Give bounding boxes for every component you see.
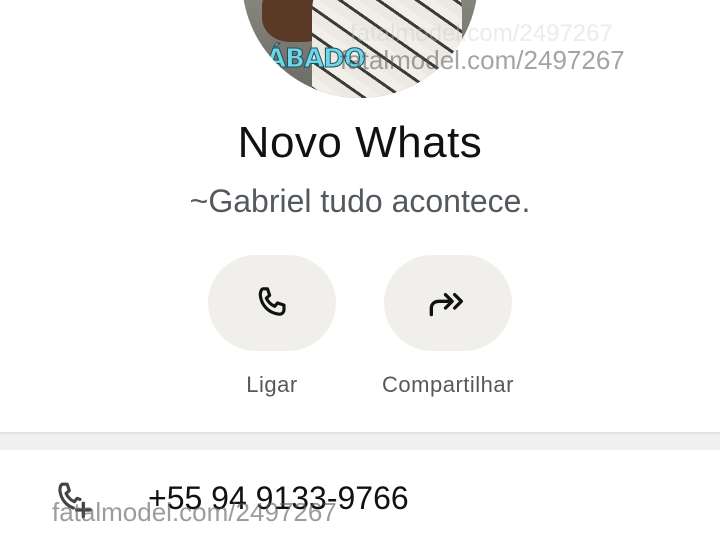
forward-icon — [429, 293, 463, 317]
call-button-label: Ligar — [246, 372, 298, 397]
call-button[interactable] — [208, 255, 336, 351]
section-divider — [0, 432, 720, 450]
contact-name: Novo Whats — [237, 118, 483, 167]
phone-icon — [258, 287, 286, 316]
watermark-faint: fatalmodel.com/2497267 — [350, 20, 613, 47]
watermark-top: fatalmodel.com/2497267 — [340, 45, 625, 75]
share-button[interactable] — [384, 255, 512, 351]
share-button-label: Compartilhar — [382, 372, 514, 397]
watermark-bottom: fatalmodel.com/2497267 — [52, 497, 337, 527]
contact-status: ~Gabriel tudo acontece. — [189, 183, 531, 219]
